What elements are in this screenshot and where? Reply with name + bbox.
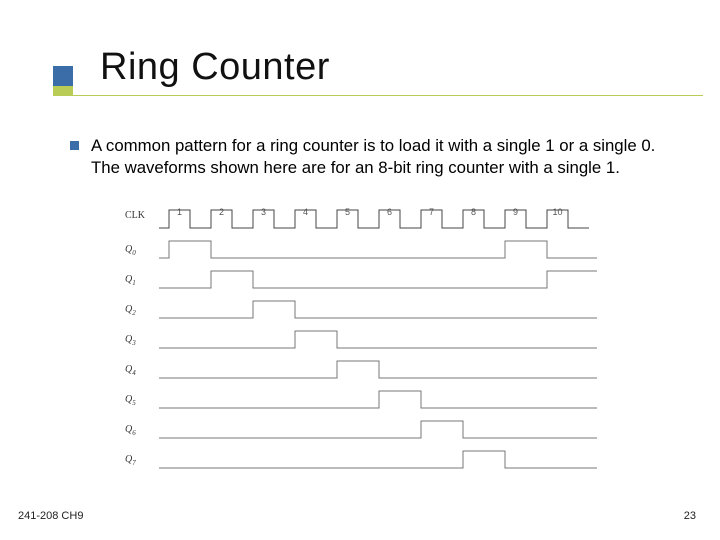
slide-title: Ring Counter xyxy=(100,46,330,89)
clk-row: CLK 12345678910 xyxy=(125,204,597,232)
title-accent-bar xyxy=(53,86,73,96)
signal-row: Q6 xyxy=(125,418,597,440)
signal-waveform xyxy=(159,358,597,380)
signal-waveform xyxy=(159,388,597,410)
timing-diagram: CLK 12345678910 Q0 Q1 Q2 Q3 Q4 Q5 Q6 Q7 xyxy=(125,204,597,484)
signal-label: Q3 xyxy=(125,334,136,347)
title-accent-square xyxy=(53,66,73,86)
signal-label: Q2 xyxy=(125,304,136,317)
bullet-text: A common pattern for a ring counter is t… xyxy=(91,135,680,179)
signal-waveform xyxy=(159,238,597,260)
footer-page: 23 xyxy=(684,510,696,522)
clk-label: CLK xyxy=(125,210,145,221)
signal-label: Q0 xyxy=(125,244,136,257)
signal-waveform xyxy=(159,418,597,440)
signal-waveform xyxy=(159,298,597,320)
signal-label: Q5 xyxy=(125,394,136,407)
signal-waveform xyxy=(159,448,597,470)
signal-label: Q4 xyxy=(125,364,136,377)
signal-row: Q4 xyxy=(125,358,597,380)
signal-label: Q7 xyxy=(125,454,136,467)
signal-row: Q3 xyxy=(125,328,597,350)
footer-course: 241-208 CH9 xyxy=(18,510,83,522)
signal-row: Q2 xyxy=(125,298,597,320)
title-underline xyxy=(73,95,703,96)
signal-waveform xyxy=(159,268,597,290)
signal-label: Q6 xyxy=(125,424,136,437)
signal-waveform xyxy=(159,328,597,350)
bullet-item: A common pattern for a ring counter is t… xyxy=(70,135,680,179)
bullet-icon xyxy=(70,141,79,150)
signal-row: Q0 xyxy=(125,238,597,260)
signal-label: Q1 xyxy=(125,274,136,287)
signal-row: Q7 xyxy=(125,448,597,470)
signal-row: Q1 xyxy=(125,268,597,290)
signal-row: Q5 xyxy=(125,388,597,410)
clk-waveform: 12345678910 xyxy=(159,204,597,232)
